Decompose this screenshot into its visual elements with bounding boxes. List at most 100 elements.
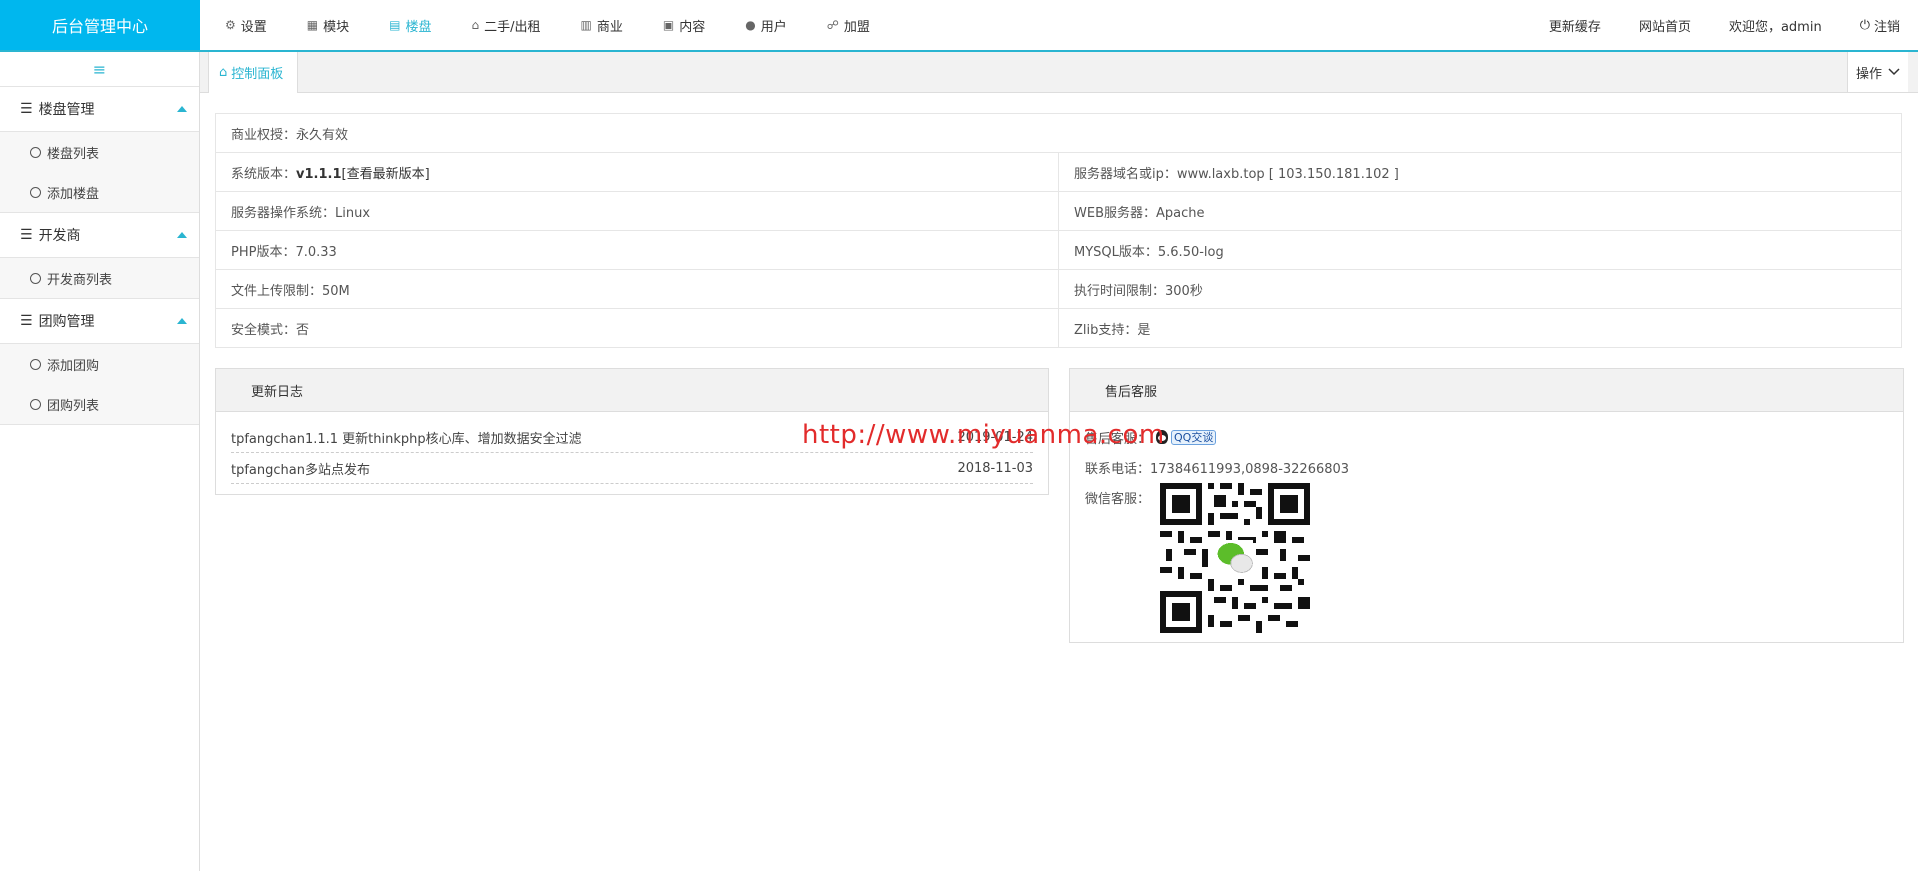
caret-up-icon <box>177 232 187 238</box>
php-cell: PHP版本：7.0.33 <box>215 230 1059 270</box>
sidebar-item-building-list[interactable]: 楼盘列表 <box>0 132 199 172</box>
version-cell: 系统版本：v1.1.1[查看最新版本] <box>215 152 1059 192</box>
power-icon: ⏻ <box>1859 17 1870 33</box>
panel-title: 更新日志 <box>216 369 1048 412</box>
web-server-cell: WEB服务器：Apache <box>1058 191 1902 231</box>
sidebar-group-title: 楼盘管理 <box>38 102 95 118</box>
sidebar-item-label: 团购列表 <box>47 398 100 414</box>
list-icon: ☰ <box>20 313 33 329</box>
exec-time-cell: 执行时间限制：300秒 <box>1058 269 1902 309</box>
version-value: v1.1.1 <box>296 166 342 182</box>
logout-label: 注销 <box>1873 19 1900 35</box>
nav-item-franchise[interactable]: ☍ 加盟 <box>827 16 870 35</box>
safe-mode-cell: 安全模式：否 <box>215 308 1059 348</box>
nav-label: 楼盘 <box>405 19 432 35</box>
list-item[interactable]: tpfangchan多站点发布 2018-11-03 <box>231 453 1033 484</box>
qq-support-row: 售后客服： QQ交谈 <box>1070 422 1903 452</box>
nav-item-secondhand-rent[interactable]: ⌂ 二手/出租 <box>472 16 541 35</box>
mysql-cell: MYSQL版本：5.6.50-log <box>1058 230 1902 270</box>
sidebar-group-header[interactable]: ☰ 开发商 <box>0 213 199 258</box>
nav-label: 商业 <box>596 19 623 35</box>
circle-icon <box>30 358 41 370</box>
zlib-cell: Zlib支持：是 <box>1058 308 1902 348</box>
top-bar: 后台管理中心 ⚙ 设置 ▦ 模块 ▤ 楼盘 ⌂ 二手/出租 ▥ 商业 ▣ 内容 ● 用户 ☍ 加… <box>0 0 1918 52</box>
sidebar-sub-list: 开发商列表 <box>0 258 199 298</box>
server-domain-cell: 服务器域名或ip：www.laxb.top [ 103.150.181.102 … <box>1058 152 1902 192</box>
wechat-qr-code <box>1160 483 1310 633</box>
qq-chat-button[interactable]: QQ交谈 <box>1156 429 1217 445</box>
caret-up-icon <box>177 318 187 324</box>
list-icon: ☰ <box>20 101 33 117</box>
house-icon: ⌂ <box>471 18 480 32</box>
nav-item-settings[interactable]: ⚙ 设置 <box>225 16 267 35</box>
sidebar-sub-list: 楼盘列表 添加楼盘 <box>0 132 199 212</box>
sidebar-group-title: 开发商 <box>38 228 81 244</box>
sidebar-item-developer-list[interactable]: 开发商列表 <box>0 258 199 298</box>
sidebar-toggle-icon[interactable]: ≡ <box>0 52 199 87</box>
nav-item-content[interactable]: ▣ 内容 <box>663 16 705 35</box>
sidebar-item-groupbuy-list[interactable]: 团购列表 <box>0 384 199 424</box>
tab-label: 控制面板 <box>231 67 284 82</box>
list-icon: ☰ <box>20 227 33 243</box>
sidebar-item-label: 开发商列表 <box>47 272 113 288</box>
nav-item-modules[interactable]: ▦ 模块 <box>307 16 349 35</box>
qq-chat-label: QQ交谈 <box>1171 429 1217 445</box>
top-nav: ⚙ 设置 ▦ 模块 ▤ 楼盘 ⌂ 二手/出租 ▥ 商业 ▣ 内容 ● 用户 ☍ 加盟 <box>225 0 910 50</box>
panel-title: 售后客服 <box>1070 369 1903 412</box>
sidebar-item-label: 楼盘列表 <box>47 146 100 162</box>
nav-label: 模块 <box>323 19 350 35</box>
nav-label: 加盟 <box>843 19 870 35</box>
changelog-date: 2018-11-03 <box>957 460 1033 476</box>
brand-title[interactable]: 后台管理中心 <box>0 0 200 50</box>
check-latest-version-link[interactable]: [查看最新版本] <box>342 167 430 182</box>
watermark-text: http://www.miyuanma.com <box>802 420 1165 450</box>
circle-icon <box>30 146 41 158</box>
sidebar-group-title: 团购管理 <box>38 314 95 330</box>
user-icon: ● <box>745 18 756 32</box>
license-cell: 商业权授：永久有效 <box>215 113 1902 153</box>
sidebar-item-add-building[interactable]: 添加楼盘 <box>0 172 199 212</box>
upload-limit-cell: 文件上传限制：50M <box>215 269 1059 309</box>
document-icon: ▣ <box>662 18 675 32</box>
tab-dashboard[interactable]: ⌂ 控制面板 <box>208 52 299 93</box>
handshake-icon: ☍ <box>826 18 839 32</box>
nav-label: 设置 <box>240 19 267 35</box>
building-icon: ▤ <box>389 18 401 32</box>
changelog-text: tpfangchan1.1.1 更新thinkphp核心库、增加数据安全过滤 <box>231 431 582 447</box>
nav-item-buildings[interactable]: ▤ 楼盘 <box>389 16 431 35</box>
gear-icon: ⚙ <box>225 18 236 32</box>
version-label: 系统版本： <box>231 166 297 182</box>
circle-icon <box>30 272 41 284</box>
sidebar-sub-list: 添加团购 团购列表 <box>0 344 199 424</box>
nav-label: 二手/出租 <box>484 19 541 35</box>
sidebar-group-developers: ☰ 开发商 开发商列表 <box>0 213 199 299</box>
sidebar-item-label: 添加团购 <box>47 358 100 374</box>
sidebar-group-header[interactable]: ☰ 团购管理 <box>0 299 199 344</box>
sidebar-group-header[interactable]: ☰ 楼盘管理 <box>0 87 199 132</box>
nav-label: 用户 <box>760 19 787 35</box>
circle-icon <box>30 186 41 198</box>
grid-icon: ▦ <box>306 18 319 32</box>
bank-icon: ▥ <box>580 18 592 32</box>
phone-row: 联系电话：17384611993,0898-32266803 <box>1085 461 1350 477</box>
changelog-text: tpfangchan多站点发布 <box>231 462 370 478</box>
sidebar-item-label: 添加楼盘 <box>47 186 100 202</box>
refresh-cache-link[interactable]: 更新缓存 <box>1549 16 1601 35</box>
sidebar-group-groupbuy: ☰ 团购管理 添加团购 团购列表 <box>0 299 199 425</box>
nav-item-commercial[interactable]: ▥ 商业 <box>581 16 623 35</box>
operations-label: 操作 <box>1855 66 1882 82</box>
logout-link[interactable]: ⏻ 注销 <box>1860 16 1900 35</box>
os-cell: 服务器操作系统：Linux <box>215 191 1059 231</box>
operations-dropdown[interactable]: 操作 <box>1846 52 1908 92</box>
nav-label: 内容 <box>679 19 706 35</box>
sidebar-group-buildings: ☰ 楼盘管理 楼盘列表 添加楼盘 <box>0 87 199 213</box>
caret-up-icon <box>177 106 187 112</box>
top-right-links: 更新缓存 网站首页 欢迎您，admin ⏻ 注销 <box>1511 0 1900 50</box>
site-home-link[interactable]: 网站首页 <box>1639 16 1691 35</box>
sidebar: ≡ ☰ 楼盘管理 楼盘列表 添加楼盘 ☰ 开发商 开发商列表 ☰ 团购管理 添加… <box>0 52 200 871</box>
tab-strip: ⌂ 控制面板 操作 <box>200 52 1918 93</box>
chevron-down-icon <box>1888 68 1900 76</box>
nav-item-users[interactable]: ● 用户 <box>745 16 787 35</box>
sidebar-item-add-groupbuy[interactable]: 添加团购 <box>0 344 199 384</box>
system-info-table: 商业权授：永久有效 系统版本：v1.1.1[查看最新版本] 服务器域名或ip：w… <box>215 113 1902 348</box>
